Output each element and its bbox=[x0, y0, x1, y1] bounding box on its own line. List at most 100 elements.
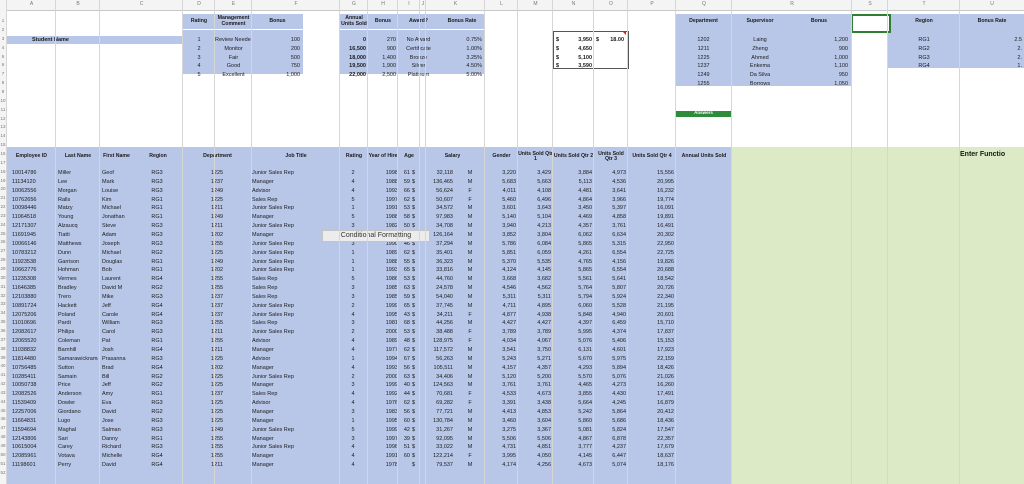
year-of-hire: 1992 bbox=[385, 391, 398, 398]
column-header-r[interactable]: R bbox=[732, 1, 852, 7]
column-header-a[interactable]: A bbox=[7, 1, 56, 7]
gender: M bbox=[467, 205, 473, 212]
region: RG3 bbox=[151, 426, 163, 433]
units-q3: 4,481 bbox=[578, 187, 592, 194]
last-name: Garrison bbox=[58, 258, 80, 265]
last-name: Lugo bbox=[58, 417, 71, 424]
age: 53 bbox=[403, 329, 410, 336]
annual-units: 21,195 bbox=[657, 302, 674, 309]
employee-id: 10662776 bbox=[12, 267, 37, 274]
units-q4: 6,447 bbox=[612, 453, 626, 460]
selected-cell[interactable] bbox=[851, 14, 891, 33]
last-name: Hackett bbox=[58, 302, 77, 309]
column-header-d[interactable]: D bbox=[183, 1, 215, 7]
supervisor-name: Zheng bbox=[752, 45, 768, 52]
column-header-n[interactable]: N bbox=[553, 1, 594, 7]
column-header-g[interactable]: G bbox=[340, 1, 368, 7]
gender: M bbox=[467, 285, 473, 292]
region: RG3 bbox=[151, 187, 163, 194]
calc-dollar-sign: $ bbox=[556, 36, 560, 43]
units-q4: 5,406 bbox=[612, 338, 626, 345]
annual-units: 20,302 bbox=[657, 231, 674, 238]
units-q3: 4,397 bbox=[578, 320, 592, 327]
rating: 1 bbox=[351, 417, 355, 424]
column-header-p[interactable]: P bbox=[628, 1, 676, 7]
units-q3: 5,113 bbox=[578, 178, 592, 185]
employee-id: 10783212 bbox=[12, 249, 37, 256]
department: 1255 bbox=[210, 320, 224, 327]
annual-units: 15,153 bbox=[657, 338, 674, 345]
answers-label: Answers bbox=[694, 110, 713, 115]
annual-units: 20,726 bbox=[657, 285, 674, 292]
department: 1225 bbox=[210, 249, 224, 256]
department: 1249 bbox=[210, 258, 224, 265]
rating: 4 bbox=[351, 311, 355, 318]
units-q2: 5,311 bbox=[537, 293, 551, 300]
region: RG4 bbox=[151, 311, 163, 318]
units-q2: 3,804 bbox=[537, 231, 551, 238]
column-header-e[interactable]: E bbox=[215, 1, 252, 7]
rating: 2 bbox=[351, 302, 355, 309]
units-q2: 6,084 bbox=[537, 240, 551, 247]
department: 1249 bbox=[210, 214, 224, 221]
rating: 5 bbox=[351, 426, 355, 433]
column-header-h[interactable]: H bbox=[368, 1, 398, 7]
gender: M bbox=[467, 258, 473, 265]
units-q3: 5,865 bbox=[578, 267, 592, 274]
column-header-f[interactable]: F bbox=[252, 1, 340, 7]
year-of-hire: 1997 bbox=[385, 435, 398, 442]
column-header-i[interactable]: I bbox=[398, 1, 420, 7]
units-q4: 5,824 bbox=[612, 426, 626, 433]
department: 1255 bbox=[210, 285, 224, 292]
award-bonus-rate: 4.50% bbox=[466, 63, 482, 70]
column-header-o[interactable]: O bbox=[594, 1, 628, 7]
column-gridline bbox=[397, 0, 398, 484]
region: RG3 bbox=[151, 320, 163, 327]
department: 1255 bbox=[210, 444, 224, 451]
region: RG3 bbox=[151, 400, 163, 407]
year-of-hire: 1986 bbox=[385, 276, 398, 283]
answer-area[interactable] bbox=[732, 147, 1024, 484]
column-gridline bbox=[419, 0, 420, 484]
units-q3: 5,570 bbox=[578, 373, 592, 380]
units-q3: 6,060 bbox=[578, 302, 592, 309]
column-header-s[interactable]: S bbox=[852, 1, 888, 7]
units-q1: 5,370 bbox=[502, 258, 516, 265]
rating: 4 bbox=[351, 453, 355, 460]
last-name: Ralls bbox=[58, 196, 71, 203]
column-header-q[interactable]: Q bbox=[676, 1, 732, 7]
column-header-l[interactable]: L bbox=[485, 1, 518, 7]
column-header-c[interactable]: C bbox=[100, 1, 183, 7]
units-q3: 3,884 bbox=[578, 170, 592, 176]
department: 1225 bbox=[210, 170, 224, 176]
last-name: Perry bbox=[58, 462, 72, 469]
employee-id: 11814480 bbox=[12, 355, 37, 362]
units-q4: 5,686 bbox=[612, 417, 626, 424]
units-q3: 4,357 bbox=[578, 223, 592, 230]
annual-units: 20,412 bbox=[657, 408, 674, 415]
units-q2: 4,562 bbox=[537, 285, 551, 292]
spreadsheet[interactable]: ABCDEFGHIJKLMNOPQRSTU 1 2 3 4 5 6 7 8 9 10 11 12 13 1… bbox=[0, 0, 1024, 484]
annual-units: 19,826 bbox=[657, 258, 674, 265]
age: 53 bbox=[403, 276, 410, 283]
annual-units: 15,556 bbox=[657, 170, 674, 176]
last-name: Dunn bbox=[58, 249, 72, 256]
calc-dollar-sign: $ bbox=[556, 45, 560, 52]
column-header-m[interactable]: M bbox=[518, 1, 553, 7]
column-header-u[interactable]: U bbox=[960, 1, 1024, 7]
units-q1: 5,786 bbox=[502, 240, 516, 247]
units-q4: 5,076 bbox=[612, 373, 626, 380]
units-q4: 6,459 bbox=[612, 320, 626, 327]
department: 1202 bbox=[210, 231, 224, 238]
column-header-k[interactable]: K bbox=[426, 1, 485, 7]
rating: 4 bbox=[351, 444, 355, 451]
column-header-t[interactable]: T bbox=[888, 1, 960, 7]
units-q2: 3,789 bbox=[537, 329, 551, 336]
column-header-b[interactable]: B bbox=[56, 1, 100, 7]
department: 1237 bbox=[210, 311, 224, 318]
rating: 1 bbox=[351, 258, 355, 265]
column-header-bar: ABCDEFGHIJKLMNOPQRSTU bbox=[0, 0, 1024, 11]
last-name: Samain bbox=[58, 373, 77, 380]
units-q3: 5,664 bbox=[578, 400, 592, 407]
rating-bonus: 500 bbox=[290, 54, 300, 61]
